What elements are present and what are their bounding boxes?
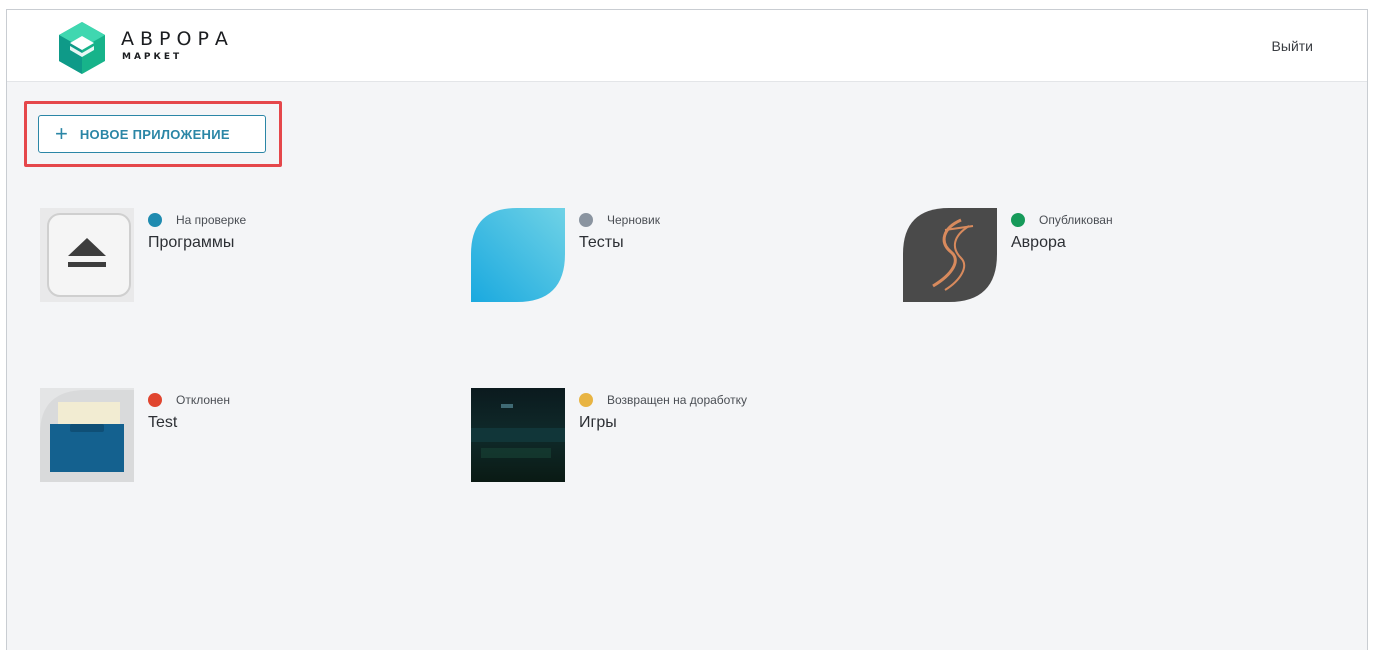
app-card[interactable]: Отклонен Test xyxy=(40,388,370,488)
plus-icon: + xyxy=(55,121,68,146)
status-dot xyxy=(579,393,593,407)
status-text: На проверке xyxy=(176,213,247,227)
status-dot xyxy=(148,393,162,407)
leaf-icon xyxy=(471,208,565,302)
logo-subtitle: МАРКЕТ xyxy=(122,52,183,62)
status-dot xyxy=(579,213,593,227)
app-name: Аврора xyxy=(1011,234,1066,251)
folder-icon xyxy=(40,388,134,482)
app-name: Тесты xyxy=(579,234,624,251)
app-name: Программы xyxy=(148,234,235,251)
logo[interactable]: АВРОРА МАРКЕТ xyxy=(59,22,279,74)
new-app-label: НОВОЕ ПРИЛОЖЕНИЕ xyxy=(79,126,230,142)
game-screenshot-icon xyxy=(471,388,565,482)
logout-link[interactable]: Выйти xyxy=(1272,38,1313,54)
app-card[interactable]: Возвращен на доработку Игры xyxy=(471,388,801,488)
logo-title: АВРОРА xyxy=(121,28,234,50)
aurora-app-icon xyxy=(903,208,997,302)
eject-icon xyxy=(40,208,134,302)
new-app-button[interactable]: + НОВОЕ ПРИЛОЖЕНИЕ xyxy=(38,115,266,153)
status-badge: Черновик xyxy=(579,213,660,227)
status-dot xyxy=(1011,213,1025,227)
app-window: АВРОРА МАРКЕТ Выйти + НОВОЕ ПРИЛОЖЕНИЕ Н… xyxy=(6,9,1368,650)
status-text: Черновик xyxy=(607,213,660,227)
status-text: Отклонен xyxy=(176,393,230,407)
status-text: Опубликован xyxy=(1039,213,1113,227)
status-badge: Отклонен xyxy=(148,393,230,407)
app-card[interactable]: Опубликован Аврора xyxy=(903,208,1233,308)
app-name: Test xyxy=(148,414,178,431)
status-badge: Опубликован xyxy=(1011,213,1113,227)
logo-cube-icon xyxy=(59,22,105,74)
status-text: Возвращен на доработку xyxy=(607,393,747,407)
app-card[interactable]: Черновик Тесты xyxy=(471,208,801,308)
app-card[interactable]: На проверке Программы xyxy=(40,208,370,308)
top-bar: АВРОРА МАРКЕТ Выйти xyxy=(7,10,1367,82)
status-badge: На проверке xyxy=(148,213,246,227)
status-badge: Возвращен на доработку xyxy=(579,393,747,407)
app-name: Игры xyxy=(579,414,617,431)
status-dot xyxy=(148,213,162,227)
